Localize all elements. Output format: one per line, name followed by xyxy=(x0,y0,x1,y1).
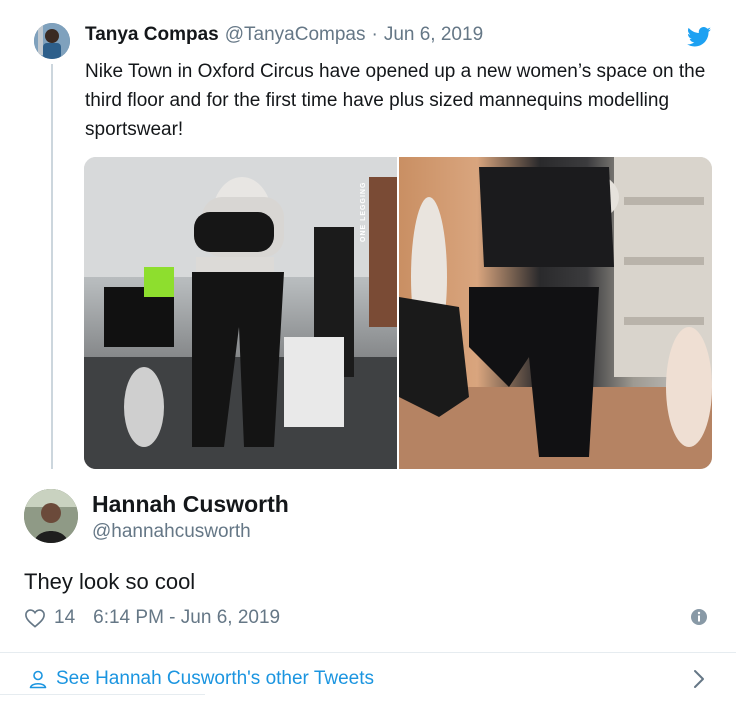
other-tweets-label[interactable]: See Hannah Cusworth's other Tweets xyxy=(56,668,374,690)
tweet-text: They look so cool xyxy=(24,569,196,594)
divider xyxy=(0,652,736,653)
store-mannequin-photo[interactable]: ONE LEGGING xyxy=(84,157,397,469)
heart-icon[interactable] xyxy=(24,608,46,628)
tweet-meta: 14 6:14 PM - Jun 6, 2019 xyxy=(24,605,280,631)
quoted-author-handle[interactable]: @TanyaCompas xyxy=(225,24,366,46)
bottom-border xyxy=(0,694,205,695)
quoted-tweet-date[interactable]: Jun 6, 2019 xyxy=(384,24,483,46)
author-name[interactable]: Hannah Cusworth xyxy=(92,491,289,518)
quoted-author-name[interactable]: Tanya Compas xyxy=(85,24,219,46)
quoted-author-avatar[interactable] xyxy=(34,23,70,59)
twitter-bird-icon[interactable] xyxy=(687,27,711,47)
person-icon xyxy=(29,670,47,689)
thread-line xyxy=(51,64,53,469)
chevron-right-icon[interactable] xyxy=(692,669,706,689)
author-avatar[interactable] xyxy=(24,489,78,543)
like-count[interactable]: 14 xyxy=(54,607,75,629)
quoted-tweet-text: Nike Town in Oxford Circus have opened u… xyxy=(85,61,706,140)
tweet-embed: Tanya Compas @TanyaCompas · Jun 6, 2019 … xyxy=(0,0,736,703)
author-handle[interactable]: @hannahcusworth xyxy=(92,521,251,543)
yoga-mannequins-photo[interactable] xyxy=(399,157,712,469)
tweet-timestamp[interactable]: 6:14 PM - Jun 6, 2019 xyxy=(93,607,280,629)
quoted-tweet-header: Tanya Compas @TanyaCompas · Jun 6, 2019 xyxy=(85,24,483,50)
quoted-tweet-media[interactable]: ONE LEGGING xyxy=(84,157,712,469)
other-tweets-link[interactable]: See Hannah Cusworth's other Tweets xyxy=(28,666,374,692)
shelf-sign-text: ONE LEGGING xyxy=(360,181,367,242)
header-separator: · xyxy=(371,24,378,45)
info-icon[interactable] xyxy=(690,608,708,626)
